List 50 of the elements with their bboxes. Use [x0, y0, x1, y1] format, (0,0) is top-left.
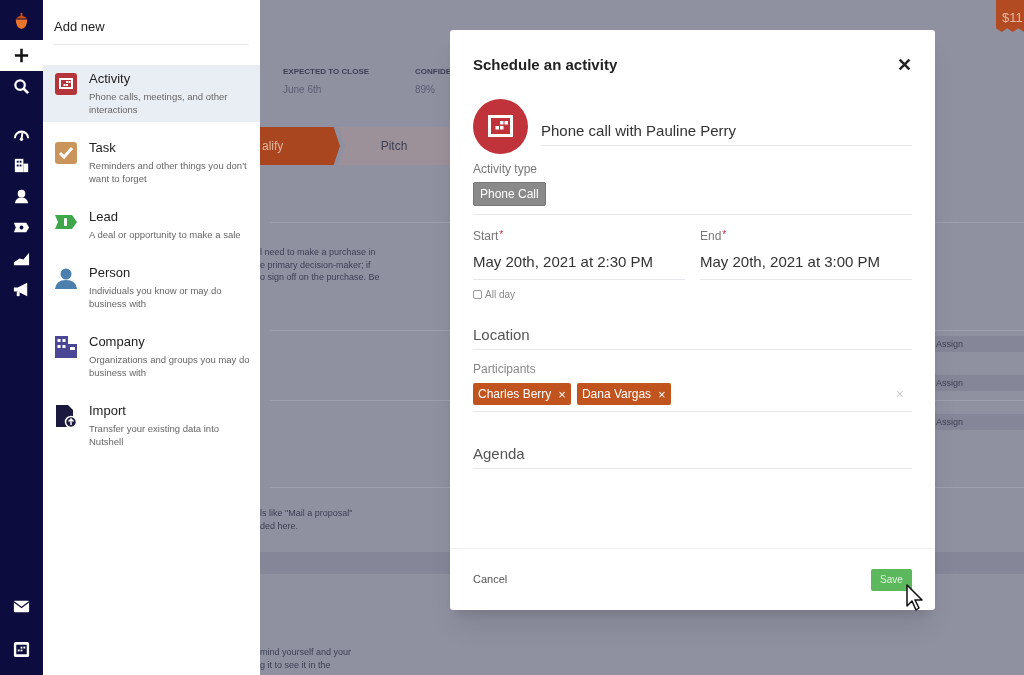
price-tag: $11	[996, 0, 1024, 32]
calendar-icon	[12, 640, 31, 659]
dialog-title: Schedule an activity	[473, 55, 618, 75]
add-icon	[12, 46, 31, 65]
close-button[interactable]: ✕	[897, 56, 912, 75]
remove-button[interactable]: ×	[558, 387, 566, 401]
participant-name: Charles Berry	[478, 386, 552, 403]
all-day-checkbox[interactable]	[473, 290, 482, 299]
item-title: Task	[89, 140, 117, 156]
person-icon	[12, 187, 31, 206]
item-description: A deal or opportunity to make a sale	[89, 228, 241, 241]
date-time-field[interactable]: May 20th, 2021 at 2:30 PM	[473, 250, 685, 273]
remove-button[interactable]: ×	[658, 387, 666, 401]
item-title: Company	[89, 334, 146, 350]
field-label: Participants	[473, 361, 537, 378]
calendar-icon	[54, 72, 78, 96]
add-new-item[interactable]: Activity Phone calls, meetings, and other interactions	[43, 65, 260, 122]
field-label: Start*	[473, 227, 505, 245]
summary-label: CONFIDE	[415, 66, 451, 78]
panel-title: Add new	[54, 19, 105, 34]
summary-label: EXPECTED TO CLOSE	[283, 66, 370, 78]
item-description: Transfer your existing data into Nutshell	[89, 422, 221, 448]
item-description: Phone calls, meetings, and other interactions	[89, 90, 229, 116]
building-icon	[12, 156, 31, 175]
activity-name-field[interactable]: Phone call with Pauline Perry	[541, 116, 912, 146]
item-description: Reminders and other things you don't want to forget	[89, 159, 248, 185]
field-label: Activity type	[473, 160, 539, 178]
nav-item[interactable]	[0, 40, 43, 71]
cancel-button[interactable]: Cancel	[473, 571, 508, 588]
search-icon	[12, 77, 31, 96]
item-title: Activity	[89, 71, 132, 87]
pipeline-stage[interactable]: Pitch	[338, 127, 450, 165]
paragraph-text: mind yourself and your g it to see it in the	[260, 646, 352, 671]
calendar-avatar-icon	[473, 98, 528, 154]
item-title: Import	[89, 403, 127, 419]
building-icon	[54, 335, 78, 359]
document-upload-icon	[54, 404, 78, 428]
field-label: End*	[700, 227, 728, 245]
agenda-field[interactable]: Agenda	[473, 439, 912, 469]
date-time-field[interactable]: May 20th, 2021 at 3:00 PM	[700, 250, 912, 273]
checkbox-label: All day	[485, 288, 515, 302]
item-description: Organizations and groups you may do business with	[89, 353, 251, 379]
location-field[interactable]: Location	[473, 320, 912, 350]
checkbox-icon	[54, 141, 78, 165]
person-icon	[54, 266, 78, 290]
item-title: Lead	[89, 209, 119, 225]
participant-name: Dana Vargas	[581, 386, 652, 403]
item-description: Individuals you know or may do business with	[89, 284, 223, 310]
item-title: Person	[89, 265, 132, 281]
paragraph-text: ls like "Mail a proposal" ded here.	[260, 507, 353, 532]
